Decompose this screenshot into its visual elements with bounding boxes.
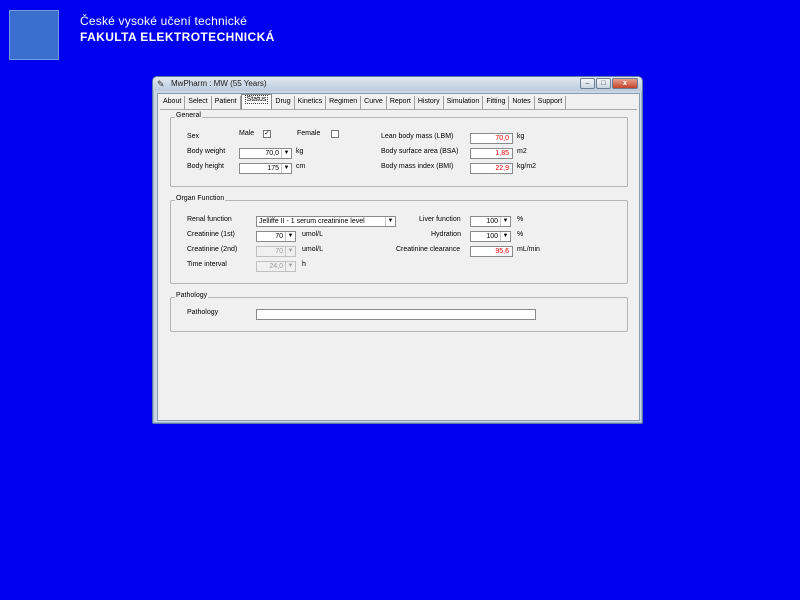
pathology-label: Pathology <box>187 309 219 316</box>
chevron-down-icon: ▼ <box>285 232 295 241</box>
creatinine-1st-label: Creatinine (1st) <box>187 231 235 238</box>
tab-about[interactable]: About <box>160 96 186 109</box>
liver-function-combo[interactable]: 100 ▼ <box>470 216 511 227</box>
university-name: České vysoké učení technické <box>80 14 248 28</box>
tab-regimen[interactable]: Regimen <box>326 96 362 109</box>
chevron-down-icon: ▼ <box>281 164 291 173</box>
tab-bar: About Select Patient Status Drug Kinetics Regi… <box>160 94 567 109</box>
creatinine-1st-combo[interactable]: 70 ▼ <box>256 231 296 242</box>
tab-history[interactable]: History <box>414 96 444 109</box>
male-checkbox[interactable]: ✓ <box>263 130 271 138</box>
bsa-unit: m2 <box>517 148 527 155</box>
hydration-combo[interactable]: 100 ▼ <box>470 231 511 242</box>
organ-function-group-title: Organ Function <box>175 195 226 202</box>
hydration-label: Hydration <box>431 231 461 238</box>
liver-function-unit: % <box>517 216 524 223</box>
pathology-input[interactable] <box>256 309 536 320</box>
client-area: About Select Patient Status Drug Kinetics Regi… <box>157 93 640 421</box>
creatinine-2nd-label: Creatinine (2nd) <box>187 246 238 253</box>
hydration-unit: % <box>517 231 524 238</box>
chevron-down-icon: ▼ <box>281 149 291 158</box>
creatinine-1st-unit: umol/L <box>302 231 324 238</box>
title-bar[interactable]: ✎ MwPharm : MW (55 Years) – □ x <box>153 77 642 91</box>
body-weight-combo[interactable]: 70,0 ▼ <box>239 148 292 159</box>
lbm-unit: kg <box>517 133 525 140</box>
tab-drug[interactable]: Drug <box>272 96 295 109</box>
male-label: Male <box>239 130 255 137</box>
body-height-label: Body height <box>187 163 224 170</box>
tab-simulation[interactable]: Simulation <box>443 96 484 109</box>
bmi-label: Body mass index (BMI) <box>381 163 454 170</box>
body-height-unit: cm <box>296 163 306 170</box>
university-logo <box>9 10 59 60</box>
tab-fitting[interactable]: Fitting <box>483 96 510 109</box>
chevron-down-icon: ▼ <box>285 247 295 256</box>
bmi-unit: kg/m2 <box>517 163 537 170</box>
body-weight-unit: kg <box>296 148 304 155</box>
tab-patient[interactable]: Patient <box>211 96 241 109</box>
tab-support[interactable]: Support <box>534 96 567 109</box>
bsa-value: 1,85 <box>470 148 513 159</box>
time-interval-combo: 24,0 ▼ <box>256 261 296 272</box>
creatinine-clearance-label: Creatinine clearance <box>396 246 461 253</box>
organ-function-group: Organ Function <box>170 195 628 284</box>
chevron-down-icon: ▼ <box>285 262 295 271</box>
window-title: MwPharm : MW (55 Years) <box>171 79 267 88</box>
pathology-group-title: Pathology <box>175 292 209 299</box>
sex-label: Sex <box>187 133 200 140</box>
faculty-name: FAKULTA ELEKTROTECHNICKÁ <box>80 30 275 44</box>
lbm-value: 70,0 <box>470 133 513 144</box>
creatinine-2nd-unit: umol/L <box>302 246 324 253</box>
renal-function-select[interactable]: Jelliffe II - 1 serum creatinine level ▼ <box>256 216 396 227</box>
close-button[interactable]: x <box>612 78 638 89</box>
chevron-down-icon: ▼ <box>500 217 510 226</box>
body-weight-label: Body weight <box>187 148 226 155</box>
creatinine-clearance-unit: mL/min <box>517 246 540 253</box>
app-icon: ✎ <box>157 79 165 89</box>
tab-kinetics[interactable]: Kinetics <box>294 96 327 109</box>
time-interval-unit: h <box>302 261 306 268</box>
tab-report[interactable]: Report <box>386 96 415 109</box>
bsa-label: Body surface area (BSA) <box>381 148 459 155</box>
general-group-title: General <box>175 112 202 119</box>
liver-function-label: Liver function <box>419 216 461 223</box>
female-checkbox[interactable] <box>331 130 339 138</box>
female-label: Female <box>297 130 321 137</box>
tab-notes[interactable]: Notes <box>509 96 535 109</box>
lbm-label: Lean body mass (LBM) <box>381 133 454 140</box>
minimize-button[interactable]: – <box>580 78 595 89</box>
creatinine-2nd-combo: 70 ▼ <box>256 246 296 257</box>
tab-select[interactable]: Select <box>185 96 212 109</box>
time-interval-label: Time interval <box>187 261 227 268</box>
tab-curve[interactable]: Curve <box>361 96 387 109</box>
body-height-combo[interactable]: 175 ▼ <box>239 163 292 174</box>
mwpharm-window: ✎ MwPharm : MW (55 Years) – □ x About Sel… <box>152 76 643 424</box>
tab-status[interactable]: Status <box>240 94 273 109</box>
chevron-down-icon: ▼ <box>500 232 510 241</box>
creatinine-clearance-value: 95,6 <box>470 246 513 257</box>
chevron-down-icon: ▼ <box>385 217 395 226</box>
bmi-value: 22,9 <box>470 163 513 174</box>
renal-function-label: Renal function <box>187 216 232 223</box>
maximize-button[interactable]: □ <box>596 78 611 89</box>
